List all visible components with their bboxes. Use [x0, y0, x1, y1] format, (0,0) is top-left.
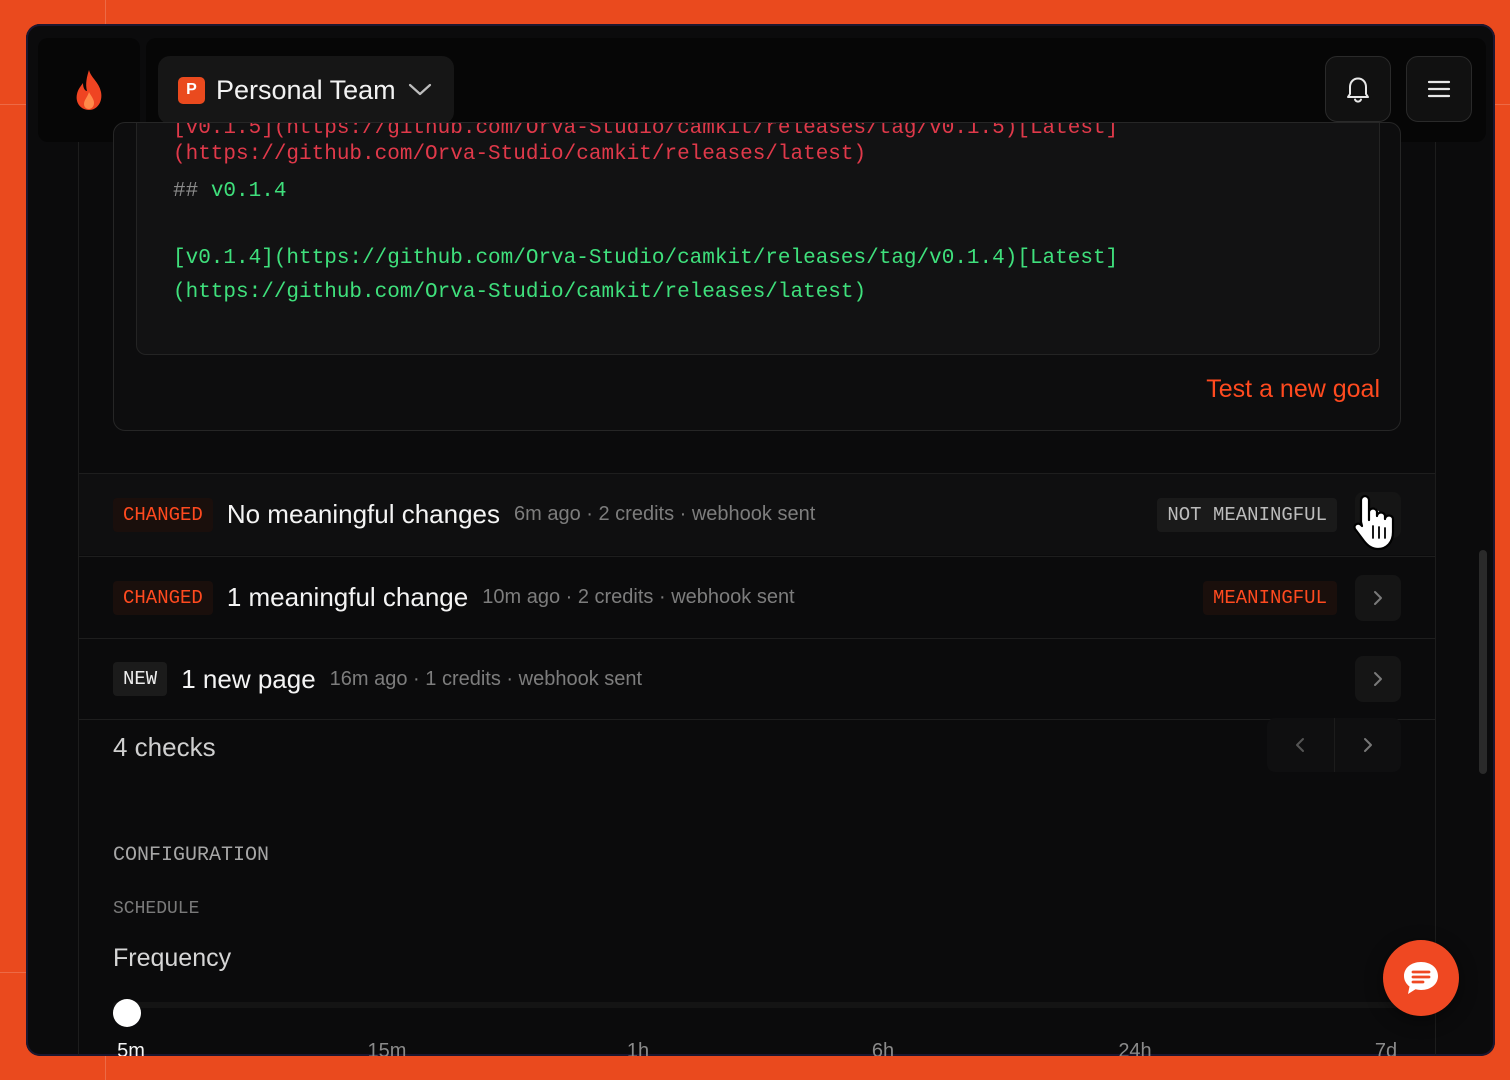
status-tag: NEW	[113, 662, 168, 696]
check-title: 1 meaningful change	[226, 582, 469, 612]
next-page-button[interactable]	[1335, 718, 1402, 772]
check-title: 1 new page	[181, 663, 316, 694]
code-line: (https://github.com/Orva-Studio/camkit/r…	[173, 143, 867, 166]
chevron-right-icon	[1363, 738, 1372, 752]
open-check-button[interactable]	[1355, 656, 1401, 702]
frequency-slider-track[interactable]	[113, 1002, 1401, 1008]
chevron-left-icon	[1296, 738, 1305, 752]
team-avatar: P	[178, 76, 205, 104]
frequency-option[interactable]: 1h	[627, 1040, 649, 1056]
frequency-option[interactable]: 24h	[1118, 1040, 1151, 1056]
frequency-option[interactable]: 7d	[1375, 1040, 1397, 1056]
test-new-goal-link[interactable]: Test a new goal	[1206, 375, 1380, 404]
check-row[interactable]: CHANGED 1 meaningful change 10m ago · 2 …	[79, 556, 1435, 638]
chat-button[interactable]	[1383, 940, 1459, 1016]
app-window: P Personal Team [v0.1.5](https://github.…	[26, 24, 1495, 1056]
verdict-badge: MEANINGFUL	[1202, 580, 1337, 615]
menu-button[interactable]	[1406, 56, 1472, 122]
frequency-label: Frequency	[113, 944, 232, 972]
team-name: Personal Team	[216, 74, 396, 105]
goal-card: [v0.1.5](https://github.com/Orva-Studio/…	[113, 122, 1401, 431]
check-meta: 16m ago · 1 credits · webhook sent	[329, 667, 643, 690]
pagination	[1267, 718, 1401, 772]
verdict-badge: NOT MEANINGFUL	[1157, 497, 1337, 532]
frequency-option[interactable]: 6h	[872, 1040, 894, 1056]
previous-page-button[interactable]	[1267, 718, 1335, 772]
code-line: ## v0.1.4	[173, 180, 287, 203]
chevron-right-icon	[1374, 672, 1382, 686]
code-line: (https://github.com/Orva-Studio/camkit/r…	[173, 281, 867, 304]
chevron-right-icon	[1374, 590, 1382, 605]
scrollbar[interactable]	[1479, 550, 1487, 774]
code-line: [v0.1.4](https://github.com/Orva-Studio/…	[173, 247, 1119, 270]
main-content: [v0.1.5](https://github.com/Orva-Studio/…	[78, 122, 1436, 1056]
status-tag: CHANGED	[113, 497, 213, 532]
configuration-heading: CONFIGURATION	[113, 844, 270, 867]
notifications-button[interactable]	[1325, 56, 1391, 122]
checks-count: 4 checks	[113, 732, 216, 762]
check-meta: 6m ago · 2 credits · webhook sent	[514, 503, 816, 525]
chevron-down-icon	[408, 83, 431, 96]
hamburger-icon	[1427, 80, 1451, 98]
flame-icon	[76, 70, 102, 110]
code-block: [v0.1.5](https://github.com/Orva-Studio/…	[136, 123, 1380, 355]
status-tag: CHANGED	[113, 580, 213, 615]
check-title: No meaningful changes	[226, 499, 501, 529]
check-row[interactable]: CHANGED No meaningful changes 6m ago · 2…	[79, 473, 1435, 555]
frequency-ticks: 5m 15m 1h 6h 24h 7d	[113, 1040, 1401, 1056]
schedule-heading: SCHEDULE	[113, 899, 200, 919]
bell-icon	[1347, 77, 1369, 103]
frequency-option[interactable]: 5m	[117, 1040, 145, 1056]
hand-cursor-icon	[1353, 494, 1395, 551]
frequency-slider-handle[interactable]	[113, 999, 141, 1027]
frequency-option[interactable]: 15m	[368, 1040, 407, 1056]
chat-bubble-icon	[1404, 962, 1438, 994]
code-line: [v0.1.5](https://github.com/Orva-Studio/…	[173, 123, 1119, 140]
open-check-button[interactable]	[1355, 574, 1401, 621]
check-row[interactable]: NEW 1 new page 16m ago · 1 credits · web…	[79, 638, 1435, 720]
team-selector[interactable]: P Personal Team	[158, 56, 454, 124]
check-meta: 10m ago · 2 credits · webhook sent	[482, 586, 795, 608]
